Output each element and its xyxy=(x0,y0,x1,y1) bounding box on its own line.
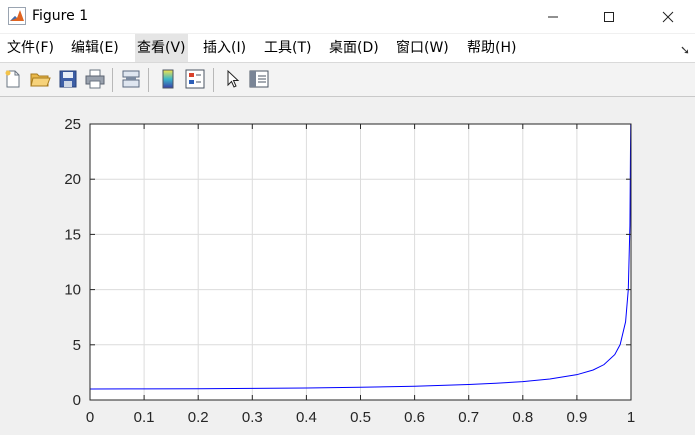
close-icon xyxy=(662,11,674,22)
print-icon[interactable] xyxy=(84,68,106,90)
y-tick-label: 25 xyxy=(64,116,81,133)
y-tick-label: 15 xyxy=(64,226,81,243)
x-tick-label: 0.1 xyxy=(134,409,155,426)
close-button[interactable] xyxy=(645,0,691,33)
new-figure-icon[interactable] xyxy=(2,68,24,90)
y-tick-label: 0 xyxy=(73,392,81,409)
menu-help[interactable]: 帮助(H) xyxy=(466,34,517,62)
insert-colorbar-icon[interactable] xyxy=(157,68,179,90)
menu-edit[interactable]: 编辑(E) xyxy=(70,34,120,62)
open-folder-icon[interactable] xyxy=(29,68,51,90)
menu-bar: 文件(F) 编辑(E) 查看(V) 插入(I) 工具(T) 桌面(D) 窗口(W… xyxy=(0,34,695,63)
maximize-button[interactable] xyxy=(586,0,632,33)
menu-insert[interactable]: 插入(I) xyxy=(202,34,247,62)
property-inspector-icon[interactable] xyxy=(248,68,270,90)
matlab-logo-icon xyxy=(8,7,26,25)
minimize-icon xyxy=(548,16,558,17)
x-tick-label: 0.3 xyxy=(242,409,263,426)
x-tick-label: 0.8 xyxy=(512,409,533,426)
x-tick-label: 1 xyxy=(627,409,635,426)
x-tick-label: 0.2 xyxy=(188,409,209,426)
menu-tools[interactable]: 工具(T) xyxy=(263,34,312,62)
y-tick-label: 10 xyxy=(64,282,81,299)
menu-window[interactable]: 窗口(W) xyxy=(395,34,450,62)
toolbar-separator xyxy=(148,68,149,92)
x-tick-label: 0.5 xyxy=(350,409,371,426)
menu-view[interactable]: 查看(V) xyxy=(135,34,188,62)
menu-desktop[interactable]: 桌面(D) xyxy=(328,34,380,62)
x-tick-label: 0 xyxy=(86,409,94,426)
maximize-icon xyxy=(604,11,614,22)
y-tick-label: 20 xyxy=(64,171,81,188)
y-tick-label: 5 xyxy=(73,337,81,354)
x-tick-label: 0.7 xyxy=(458,409,479,426)
insert-legend-icon[interactable] xyxy=(184,68,206,90)
link-plot-icon[interactable] xyxy=(120,68,142,90)
window-title: Figure 1 xyxy=(32,8,89,24)
line-plot[interactable]: 0 0.1 0.2 0.3 0.4 0.5 0.6 0.7 0.8 0.9 10510152025 xyxy=(0,97,695,435)
x-tick-label: 0.9 xyxy=(566,409,587,426)
save-icon[interactable] xyxy=(57,68,79,90)
toolbar-separator xyxy=(213,68,214,92)
figure-canvas[interactable]: 0 0.1 0.2 0.3 0.4 0.5 0.6 0.7 0.8 0.9 1 0 5 10 15 20 25 xyxy=(0,97,695,435)
x-tick-label: 0.6 xyxy=(404,409,425,426)
toolbar xyxy=(0,63,695,97)
minimize-button[interactable] xyxy=(530,0,576,33)
menu-file[interactable]: 文件(F) xyxy=(6,34,55,62)
toolbar-separator xyxy=(112,68,113,92)
dock-arrow-icon[interactable]: ➘ xyxy=(680,43,690,57)
edit-plot-arrow-icon[interactable] xyxy=(222,68,244,90)
x-tick-label: 0.4 xyxy=(296,409,317,426)
title-bar: Figure 1 xyxy=(0,0,695,33)
